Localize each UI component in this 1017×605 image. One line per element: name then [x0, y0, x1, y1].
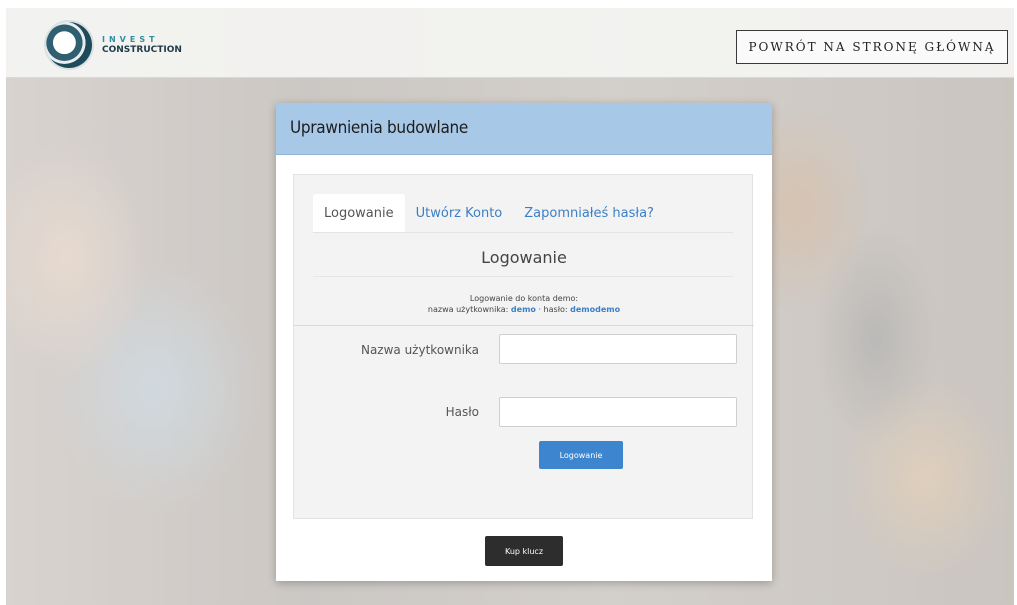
- modal-header: Uprawnienia budowlane: [276, 103, 772, 155]
- section-divider: [313, 276, 733, 277]
- company-logo[interactable]: INVEST CONSTRUCTION: [46, 22, 182, 68]
- login-modal: Uprawnienia budowlane Logowanie Utwórz K…: [276, 103, 772, 581]
- demo-username-prefix: nazwa użytkownika:: [427, 305, 509, 314]
- demo-password: demodemo: [570, 305, 621, 314]
- tabs-divider: [313, 232, 733, 233]
- logo-text-invest: INVEST: [102, 34, 159, 44]
- demo-password-prefix: hasło:: [543, 305, 568, 314]
- section-title: Logowanie: [481, 248, 567, 267]
- demo-credentials-info: Logowanie do konta demo: nazwa użytkowni…: [294, 293, 754, 315]
- username-input[interactable]: [499, 334, 737, 364]
- password-label: Hasło: [445, 405, 479, 419]
- demo-info-line1: Logowanie do konta demo:: [469, 294, 579, 303]
- form-divider: [294, 325, 754, 326]
- login-panel: Logowanie Utwórz Konto Zapomniałeś hasła…: [293, 174, 754, 519]
- login-submit-button[interactable]: Logowanie: [539, 441, 623, 469]
- auth-tabs: Logowanie Utwórz Konto Zapomniałeś hasła…: [313, 194, 665, 232]
- tab-login[interactable]: Logowanie: [313, 194, 405, 232]
- demo-separator: ·: [538, 305, 541, 314]
- back-to-home-button[interactable]: POWRÓT NA STRONĘ GŁÓWNĄ: [736, 30, 1008, 64]
- logo-globe-icon: [46, 22, 92, 68]
- top-bar: INVEST CONSTRUCTION POWRÓT NA STRONĘ GŁÓ…: [6, 8, 1014, 78]
- password-input[interactable]: [499, 397, 737, 427]
- logo-text-construction: CONSTRUCTION: [102, 44, 182, 55]
- username-label: Nazwa użytkownika: [360, 343, 479, 357]
- demo-username: demo: [510, 305, 536, 314]
- tab-forgot-password[interactable]: Zapomniałeś hasła?: [513, 194, 665, 232]
- tab-create-account[interactable]: Utwórz Konto: [405, 194, 514, 232]
- modal-title: Uprawnienia budowlane: [290, 118, 469, 138]
- buy-key-button[interactable]: Kup klucz: [485, 536, 563, 566]
